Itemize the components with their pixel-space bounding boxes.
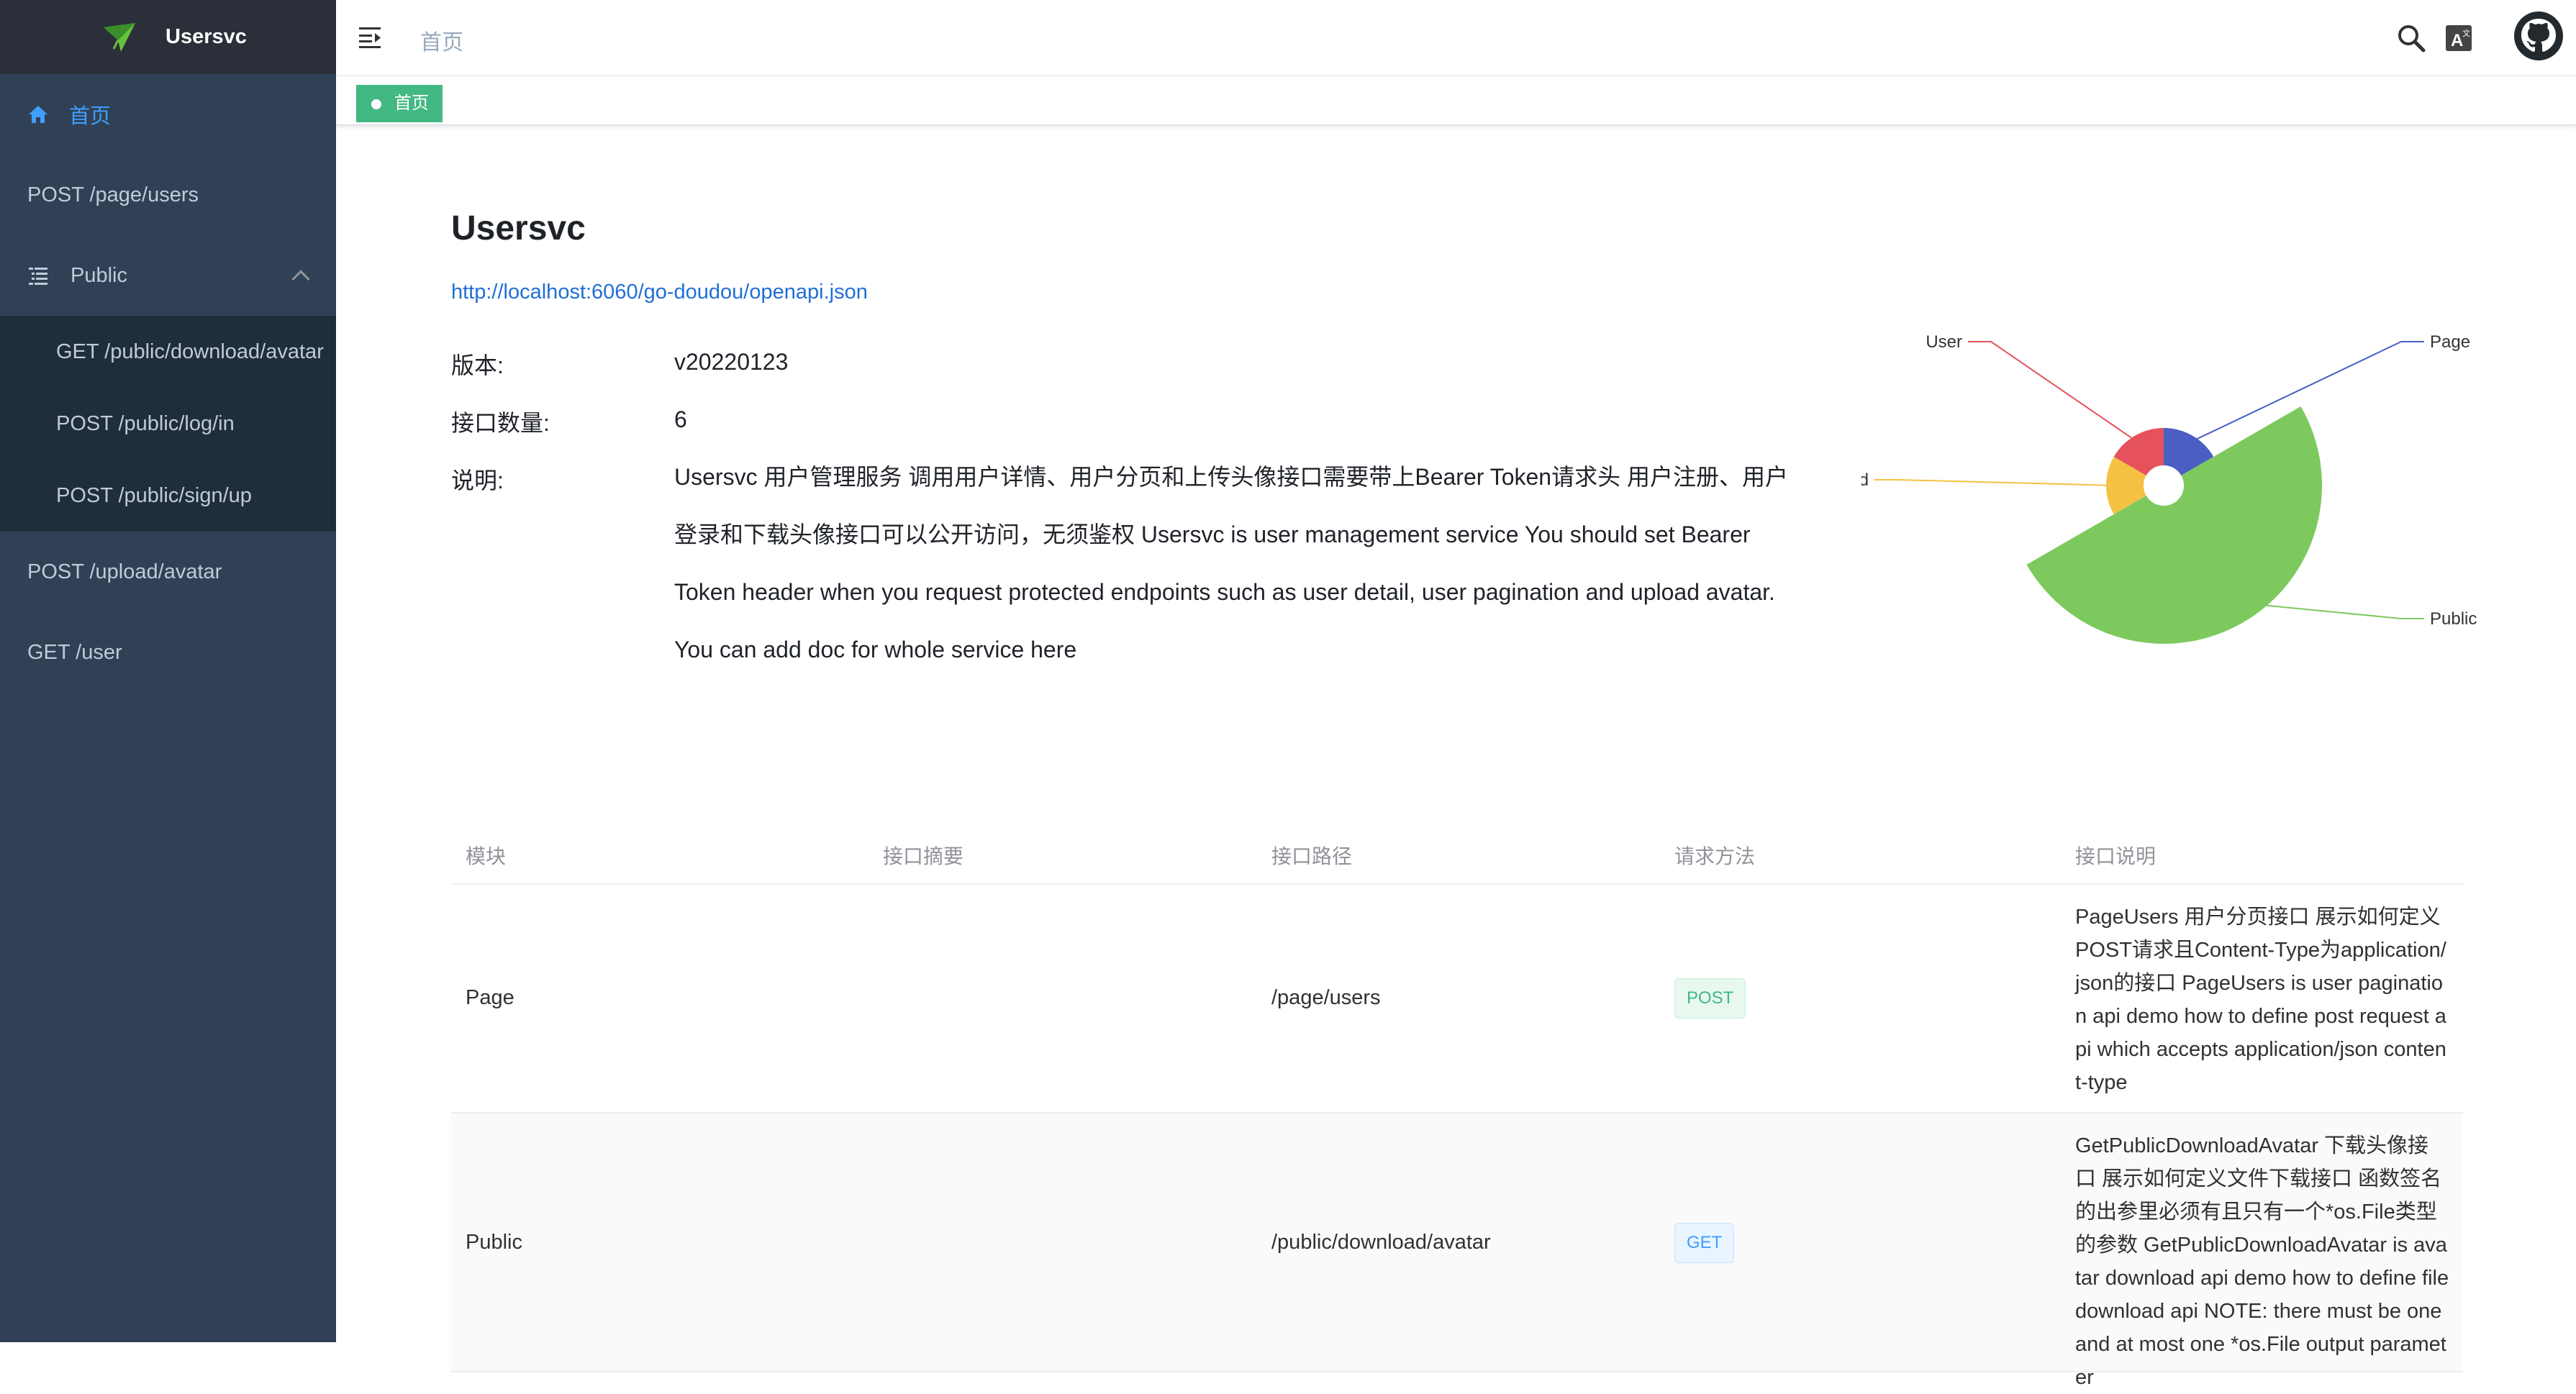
sidebar-submenu-public-list: GET /public/download/avatar POST /public… — [0, 316, 336, 532]
row-module: Public — [466, 1231, 522, 1254]
sidebar-item-label: Public — [71, 263, 127, 287]
list-tree-icon — [29, 268, 47, 285]
app-title: Usersvc — [165, 25, 247, 48]
table-header: 模块 接口摘要 接口路径 请求方法 接口说明 — [451, 816, 2463, 885]
sidebar-item-post-upload-avatar[interactable]: POST /upload/avatar — [0, 532, 336, 612]
sidebar-item-label: GET /user — [27, 640, 122, 664]
openapi-link[interactable]: http://localhost:6060/go-doudou/openapi.… — [451, 281, 868, 304]
sidebar: Usersvc 首页 POST /page/users Public GET /… — [0, 0, 336, 1342]
table-row[interactable]: Public /public/download/avatar GET GetPu… — [451, 1113, 2463, 1389]
sidebar-item-label: POST /public/sign/up — [56, 483, 252, 507]
sidebar-item-get-user[interactable]: GET /user — [0, 612, 336, 693]
sidebar-logo[interactable]: Usersvc — [0, 0, 336, 74]
svg-text:A: A — [2451, 31, 2463, 50]
svg-text:文: 文 — [2462, 28, 2470, 38]
slice-label-upload: Upload — [1861, 470, 1869, 490]
paper-plane-logo-icon — [104, 22, 135, 52]
table-row[interactable]: Page /page/users POST PageUsers 用户分页接口 展… — [451, 885, 2463, 1113]
version-value: v20220123 — [674, 349, 789, 375]
header-desc: 接口说明 — [2075, 845, 2157, 867]
module-rose-chart: Page Public Upload User — [1861, 332, 2477, 644]
leader-line-upload — [1874, 479, 2115, 486]
breadcrumb: 首页 — [420, 31, 463, 55]
header-method: 请求方法 — [1674, 845, 1756, 867]
header-path: 接口路径 — [1271, 845, 1353, 867]
description-label: 说明: — [451, 468, 504, 493]
slice-label-user: User — [1926, 332, 1962, 352]
header-module: 模块 — [466, 845, 507, 867]
slice-label-public: Public — [2430, 609, 2477, 629]
sidebar-item-label: 首页 — [69, 105, 112, 128]
sidebar-item-label: POST /page/users — [27, 183, 199, 206]
main-content: Usersvc http://localhost:6060/go-doudou/… — [336, 126, 2576, 1389]
leader-line-user — [1968, 341, 2140, 444]
row-desc: PageUsers 用户分页接口 展示如何定义POST请求且Content-Ty… — [2075, 906, 2446, 1094]
rose-center-hole — [2144, 465, 2184, 506]
method-badge: POST — [1674, 978, 1746, 1019]
home-icon — [29, 106, 47, 123]
sidebar-item-label: POST /upload/avatar — [27, 560, 222, 583]
row-module: Page — [466, 986, 514, 1009]
sidebar-item-label: POST /public/log/in — [56, 411, 235, 435]
translate-icon[interactable]: A 文 — [2445, 24, 2472, 52]
tags-view: 首页 — [336, 76, 2576, 125]
row-desc: GetPublicDownloadAvatar 下载头像接口 展示如何定义文件下… — [2075, 1134, 2449, 1389]
tag-home[interactable]: 首页 — [356, 85, 443, 122]
sidebar-submenu-public[interactable]: Public — [0, 235, 336, 316]
chevron-up-icon — [291, 270, 310, 288]
tag-label: 首页 — [394, 94, 429, 113]
page-title: Usersvc — [451, 209, 586, 247]
row-path: /page/users — [1271, 986, 1381, 1009]
sidebar-item-post-public-sign-up[interactable]: POST /public/sign/up — [0, 460, 336, 532]
sidebar-item-post-page-users[interactable]: POST /page/users — [0, 155, 336, 235]
version-label: 版本: — [451, 352, 504, 378]
menu-fold-icon[interactable] — [359, 26, 385, 49]
slice-label-page: Page — [2430, 332, 2470, 352]
description-value: Usersvc 用户管理服务 调用用户详情、用户分页和上传头像接口需要带上Bea… — [674, 464, 1788, 662]
row-path: /public/download/avatar — [1271, 1231, 1491, 1254]
search-icon[interactable] — [2396, 23, 2426, 53]
api-count-label: 接口数量: — [451, 410, 550, 436]
sidebar-item-get-public-download-avatar[interactable]: GET /public/download/avatar — [0, 316, 336, 388]
sidebar-item-label: GET /public/download/avatar — [56, 340, 324, 363]
api-table: 模块 接口摘要 接口路径 请求方法 接口说明 Page /page/users … — [451, 816, 2463, 1389]
sidebar-item-post-public-log-in[interactable]: POST /public/log/in — [0, 388, 336, 460]
active-dot-icon — [371, 99, 381, 109]
api-count-value: 6 — [674, 406, 687, 432]
navbar: 首页 A 文 — [336, 0, 2576, 76]
sidebar-item-home[interactable]: 首页 — [0, 74, 336, 155]
github-icon[interactable] — [2513, 10, 2564, 62]
header-summary: 接口摘要 — [883, 845, 964, 867]
method-badge: GET — [1674, 1223, 1735, 1263]
